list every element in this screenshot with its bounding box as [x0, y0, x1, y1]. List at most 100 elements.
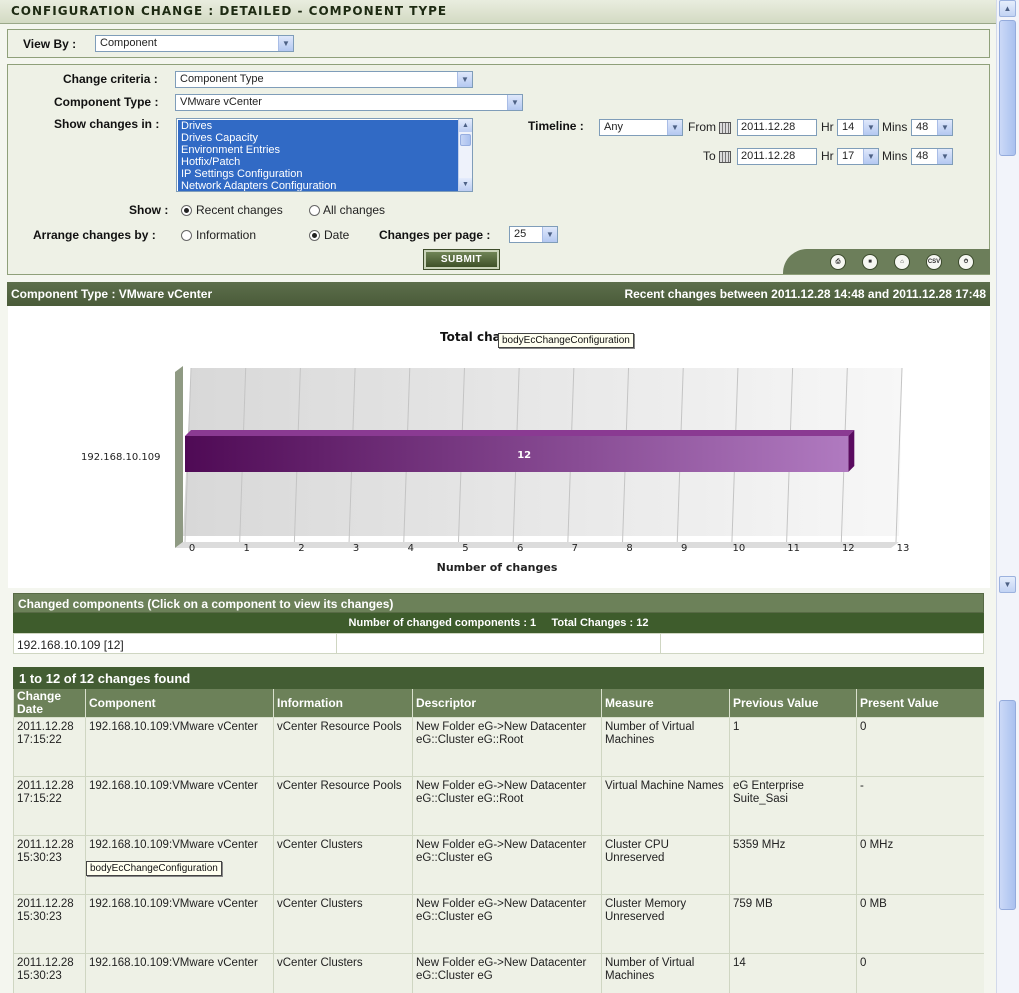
table-row: 2011.12.28 15:30:23 192.168.10.109:VMware… — [13, 953, 984, 993]
scroll-down-icon[interactable]: ▼ — [459, 178, 472, 191]
chart-tooltip: bodyEcChangeConfiguration — [498, 333, 634, 348]
scroll-thumb[interactable] — [999, 700, 1016, 910]
table-row: 2011.12.28 17:15:22 192.168.10.109:VMware… — [13, 717, 984, 777]
table-cell: vCenter Clusters — [273, 835, 413, 895]
listbox-option[interactable]: Network Adapters Configuration — [178, 180, 458, 191]
view-by-label: View By : — [23, 37, 77, 51]
component-type-select[interactable]: VMware vCenter ▼ — [175, 94, 523, 111]
column-header[interactable]: Change Date — [13, 688, 86, 718]
calendar-icon[interactable] — [719, 151, 731, 163]
table-cell: 0 — [855, 717, 984, 777]
table-cell: 2011.12.28 17:15:22 — [13, 717, 86, 777]
listbox-option[interactable]: IP Settings Configuration — [178, 168, 458, 180]
component-type-value: VMware vCenter — [180, 96, 262, 108]
to-label: To — [703, 149, 716, 163]
scroll-up-icon[interactable]: ▲ — [459, 119, 472, 132]
submit-button[interactable]: SUBMIT — [423, 249, 500, 270]
table-cell: 192.168.10.109:VMware vCenter — [85, 894, 274, 954]
chevron-down-icon: ▼ — [937, 120, 952, 135]
table-row: 2011.12.28 15:30:23 192.168.10.109:VMware… — [13, 894, 984, 954]
scroll-down-icon[interactable]: ▼ — [999, 576, 1016, 593]
from-hr-select[interactable]: 14 ▼ — [837, 119, 879, 136]
column-header[interactable]: Present Value — [855, 688, 984, 718]
timeline-label: Timeline : — [528, 119, 584, 133]
to-hr-value: 17 — [842, 150, 855, 162]
changed-components-row: 192.168.10.109 [12] — [13, 633, 984, 654]
table-row: 2011.12.28 17:15:22 192.168.10.109:VMware… — [13, 776, 984, 836]
all-changes-label[interactable]: All changes — [323, 203, 385, 217]
pdf-icon[interactable]: ■ — [862, 254, 878, 270]
all-changes-radio[interactable] — [309, 205, 320, 216]
result-header-right: Recent changes between 2011.12.28 14:48 … — [624, 287, 986, 301]
arrange-information-radio[interactable] — [181, 230, 192, 241]
to-date-input[interactable]: 2011.12.28 — [737, 148, 817, 165]
filter-panel: Change criteria : Component Type ▼ Compo… — [7, 64, 990, 275]
to-mins-select[interactable]: 48 ▼ — [911, 148, 953, 165]
x-tick-label: 6 — [517, 543, 523, 554]
column-header[interactable]: Information — [273, 688, 413, 718]
changed-component-link[interactable]: 192.168.10.109 [12] — [17, 638, 124, 652]
table-cell: New Folder eG->New Datacenter eG::Cluste… — [412, 717, 602, 777]
show-changes-in-listbox[interactable]: Drives Drives Capacity Environment Entri… — [176, 118, 473, 192]
bar-side-face — [848, 430, 855, 472]
view-by-select[interactable]: Component ▼ — [95, 35, 294, 52]
table-cell: 192.168.10.109:VMware vCenter — [85, 953, 274, 993]
table-cell: 2011.12.28 15:30:23 — [13, 835, 86, 895]
from-mins-select[interactable]: 48 ▼ — [911, 119, 953, 136]
report-toolbar: ⎙ ■ ⌂ CSV ⏱ — [783, 249, 990, 274]
to-mins-value: 48 — [916, 150, 929, 162]
view-by-value: Component — [100, 37, 157, 49]
change-criteria-label: Change criteria : — [63, 72, 158, 86]
chart-title: Total cha — [440, 330, 501, 344]
cell-divider — [336, 634, 337, 653]
table-cell: eG Enterprise Suite_Sasi — [729, 776, 857, 836]
show-changes-in-label: Show changes in : — [54, 117, 160, 131]
column-header[interactable]: Descriptor — [412, 688, 602, 718]
changes-table-wrapper: 1 to 12 of 12 changes found Change Date C… — [13, 667, 984, 993]
calendar-icon[interactable] — [719, 122, 731, 134]
timer-icon[interactable]: ⏱ — [958, 254, 974, 270]
change-criteria-value: Component Type — [180, 73, 264, 85]
arrange-date-radio[interactable] — [309, 230, 320, 241]
result-header: Component Type : VMware vCenter Recent c… — [7, 282, 990, 306]
to-hr-select[interactable]: 17 ▼ — [837, 148, 879, 165]
csv-icon[interactable]: CSV — [926, 254, 942, 270]
window-scrollbar[interactable]: ▲ ▼ — [996, 0, 1019, 993]
column-header[interactable]: Component — [85, 688, 274, 718]
view-by-panel: View By : Component ▼ — [7, 29, 990, 58]
listbox-option[interactable]: Hotfix/Patch — [178, 156, 458, 168]
change-criteria-select[interactable]: Component Type ▼ — [175, 71, 473, 88]
listbox-option[interactable]: Environment Entries — [178, 144, 458, 156]
scroll-thumb[interactable] — [460, 134, 471, 146]
recent-changes-label[interactable]: Recent changes — [196, 203, 283, 217]
chevron-down-icon: ▼ — [278, 36, 293, 51]
home-icon[interactable]: ⌂ — [894, 254, 910, 270]
timeline-select[interactable]: Any ▼ — [599, 119, 683, 136]
table-cell: vCenter Resource Pools — [273, 776, 413, 836]
print-icon[interactable]: ⎙ — [830, 254, 846, 270]
x-tick-label: 11 — [787, 543, 800, 554]
changes-bar-chart: Total cha0 1 2 3 4 5 6 7 8 9 10 11 12 13192.168.10.10… — [81, 330, 909, 574]
y-category-label: 192.168.10.109 — [81, 452, 161, 463]
column-header[interactable]: Measure — [601, 688, 730, 718]
from-hr-label: Hr — [821, 120, 834, 134]
x-tick-label: 8 — [626, 543, 632, 554]
per-page-value: 25 — [514, 228, 527, 240]
column-header[interactable]: Previous Value — [729, 688, 857, 718]
component-type-label: Component Type : — [54, 95, 159, 109]
chevron-down-icon: ▼ — [863, 149, 878, 164]
table-cell: Virtual Machine Names — [601, 776, 730, 836]
listbox-option[interactable]: Drives Capacity — [178, 132, 458, 144]
listbox-option[interactable]: Drives — [178, 120, 458, 132]
arrange-date-label[interactable]: Date — [324, 228, 349, 242]
table-cell: New Folder eG->New Datacenter eG::Cluste… — [412, 776, 602, 836]
recent-changes-radio[interactable] — [181, 205, 192, 216]
listbox-scrollbar[interactable]: ▲ ▼ — [458, 119, 472, 191]
chevron-down-icon: ▼ — [507, 95, 522, 110]
scroll-up-icon[interactable]: ▲ — [999, 0, 1016, 17]
from-date-input[interactable]: 2011.12.28 — [737, 119, 817, 136]
table-cell: 0 — [855, 953, 984, 993]
arrange-information-label[interactable]: Information — [196, 228, 256, 242]
scroll-thumb[interactable] — [999, 20, 1016, 156]
per-page-select[interactable]: 25 ▼ — [509, 226, 558, 243]
